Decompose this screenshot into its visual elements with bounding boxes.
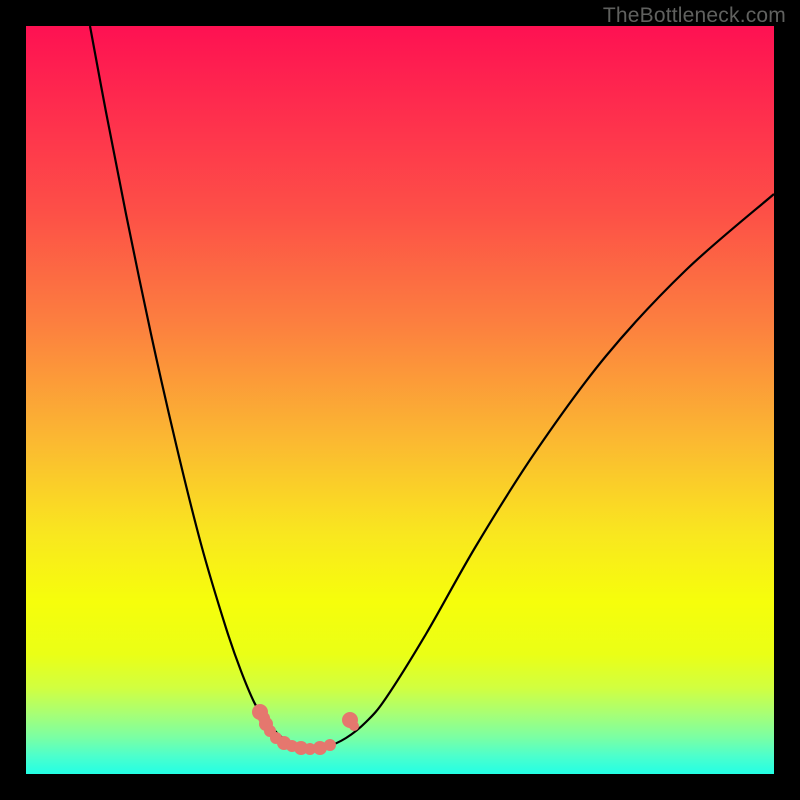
plot-area xyxy=(26,26,774,774)
attribution-text: TheBottleneck.com xyxy=(603,4,786,28)
marker-dot xyxy=(349,721,359,731)
chart-frame: TheBottleneck.com xyxy=(0,0,800,800)
curve-markers xyxy=(252,704,359,755)
marker-dot xyxy=(324,739,336,751)
curve-layer xyxy=(26,26,774,774)
bottleneck-curve xyxy=(90,26,774,748)
